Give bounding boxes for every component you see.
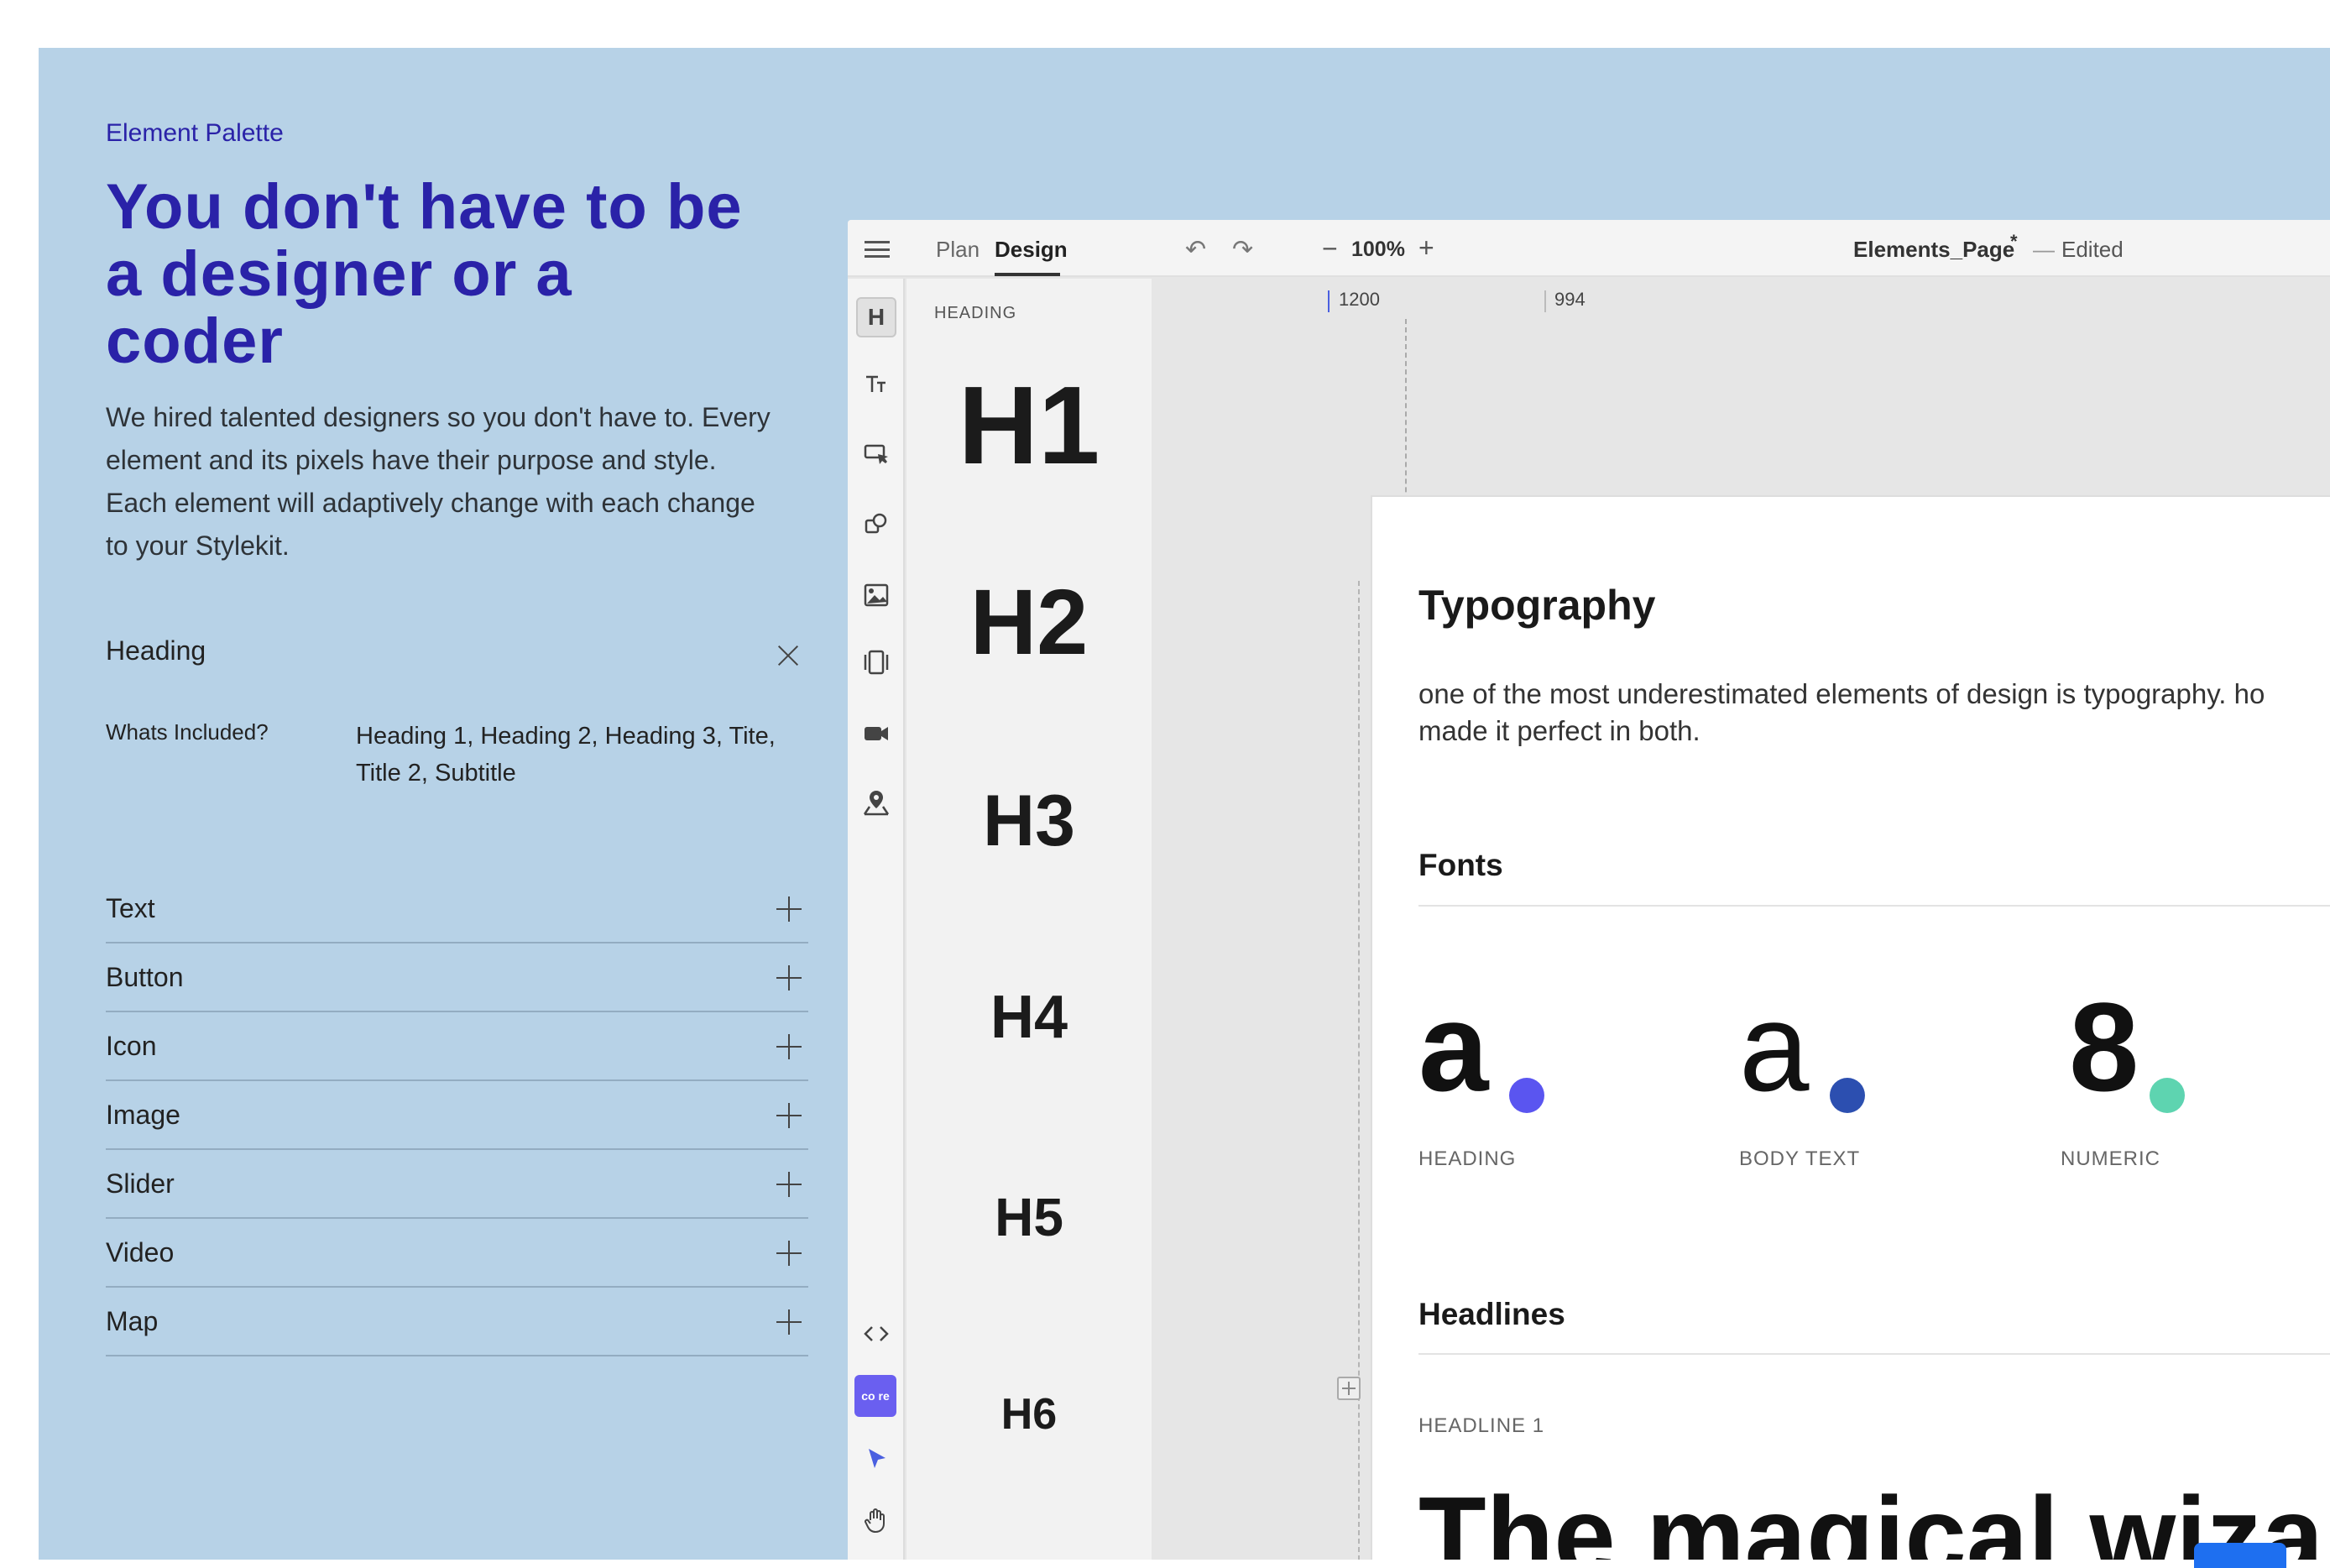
accordion-item-heading[interactable]: Heading: [106, 635, 808, 677]
accordion-item-video[interactable]: Video: [106, 1219, 808, 1288]
ruler-marker: [1328, 290, 1330, 312]
accordion-item-label: Slider: [106, 1168, 175, 1199]
whats-included-label: Whats Included?: [106, 719, 269, 745]
body-font-glyph: a: [1739, 976, 1810, 1117]
top-toolbar: Plan Design ↶ ↷ − 100% + Elements_Page *…: [848, 220, 2330, 277]
chat-launcher-tab[interactable]: [2194, 1543, 2286, 1568]
numeric-font-glyph: 8: [2069, 976, 2139, 1117]
add-section-icon[interactable]: [1337, 1377, 1361, 1400]
font-label: BODY TEXT: [1739, 1147, 1861, 1170]
feature-panel: Element Palette You don't have to be a d…: [39, 48, 2330, 1560]
active-tab-indicator: [995, 273, 1060, 276]
section-eyebrow: Element Palette: [106, 119, 284, 147]
element-h6[interactable]: H6: [906, 1389, 1152, 1440]
accordion-item-text[interactable]: Text: [106, 875, 808, 943]
code-icon[interactable]: [856, 1314, 896, 1354]
image-tool-icon[interactable]: [856, 575, 896, 615]
button-tool-icon[interactable]: [856, 434, 896, 474]
title-separator: —: [2033, 237, 2055, 262]
zoom-out-button[interactable]: −: [1322, 233, 1338, 264]
element-h3[interactable]: H3: [906, 781, 1152, 861]
ruler-marker: [1544, 290, 1546, 312]
accordion-item-label: Image: [106, 1099, 180, 1130]
plus-icon[interactable]: [776, 1034, 802, 1059]
element-h2[interactable]: H2: [906, 572, 1152, 673]
fonts-heading[interactable]: Fonts: [1418, 848, 1503, 883]
shapes-tool-icon[interactable]: [856, 504, 896, 544]
accordion-item-label: Map: [106, 1305, 159, 1336]
canvas-page: Typography one of the most underestimate…: [1371, 495, 2330, 1560]
guide-line: [1358, 581, 1360, 1560]
text-tool-icon[interactable]: [856, 364, 896, 405]
accordion-item-button[interactable]: Button: [106, 943, 808, 1012]
accordion-item-label: Icon: [106, 1030, 157, 1061]
headline-1-sample[interactable]: The magical wiza: [1418, 1473, 2323, 1560]
heading-tool[interactable]: H: [856, 297, 896, 337]
unsaved-mark: *: [2010, 231, 2018, 252]
headlines-heading[interactable]: Headlines: [1418, 1297, 1565, 1332]
accordion-item-heading-label: Heading: [106, 635, 206, 666]
accordion-item-label: Video: [106, 1236, 175, 1267]
map-tool-icon[interactable]: [856, 782, 896, 823]
font-color-dot: [1509, 1078, 1544, 1113]
zoom-in-button[interactable]: +: [1418, 233, 1434, 264]
document-name[interactable]: Elements_Page: [1853, 237, 2014, 263]
headline-1-label: HEADLINE 1: [1418, 1414, 1545, 1437]
font-color-dot: [1830, 1078, 1865, 1113]
accordion-item-map[interactable]: Map: [106, 1288, 808, 1356]
plus-icon[interactable]: [776, 965, 802, 990]
tab-plan[interactable]: Plan: [936, 237, 980, 263]
undo-icon[interactable]: ↶: [1185, 235, 1206, 264]
document-status: Edited: [2061, 237, 2124, 262]
plus-icon[interactable]: [776, 1309, 802, 1335]
font-label: HEADING: [1418, 1147, 1517, 1170]
plus-icon[interactable]: [776, 896, 802, 922]
plus-icon[interactable]: [776, 1103, 802, 1128]
hero-title: You don't have to be a designer or a cod…: [106, 171, 743, 377]
accordion-item-icon[interactable]: Icon: [106, 1012, 808, 1081]
canvas-title[interactable]: Typography: [1418, 581, 1655, 630]
heading-font-glyph: a: [1418, 976, 1489, 1117]
accordion-item-slider[interactable]: Slider: [106, 1150, 808, 1219]
ruler-height-label: 994: [1554, 289, 1586, 310]
element-h1[interactable]: H1: [906, 367, 1152, 484]
accordion-item-label: Text: [106, 892, 155, 923]
hero-description: We hired talented designers so you don't…: [106, 402, 771, 561]
divider: [1418, 905, 2330, 907]
font-color-dot: [2150, 1078, 2185, 1113]
font-label: NUMERIC: [2061, 1147, 2160, 1170]
element-h5[interactable]: H5: [906, 1187, 1152, 1247]
accordion-item-image[interactable]: Image: [106, 1081, 808, 1150]
element-h4[interactable]: H4: [906, 984, 1152, 1051]
close-icon[interactable]: [776, 644, 800, 667]
element-panel: HEADING H1 H2 H3 H4 H5 H6: [906, 279, 1152, 1560]
tab-design[interactable]: Design: [995, 237, 1068, 263]
video-tool-icon[interactable]: [856, 713, 896, 754]
canvas-description[interactable]: one of the most underestimated elements …: [1418, 676, 2330, 750]
slider-tool-icon[interactable]: [856, 642, 896, 682]
plus-icon[interactable]: [776, 1241, 802, 1266]
tool-rail: H co re: [848, 279, 905, 1560]
element-panel-title: HEADING: [934, 304, 1017, 322]
whats-included-value: Heading 1, Heading 2, Heading 3, Tite, T…: [356, 723, 776, 787]
zoom-level[interactable]: 100%: [1351, 238, 1405, 262]
core-badge[interactable]: co re: [854, 1375, 896, 1417]
hand-tool-icon[interactable]: [856, 1500, 896, 1540]
menu-icon[interactable]: [865, 241, 890, 258]
accordion-item-label: Button: [106, 961, 184, 992]
plus-icon[interactable]: [776, 1172, 802, 1197]
ruler-width-label: 1200: [1339, 289, 1380, 310]
redo-icon[interactable]: ↷: [1232, 235, 1253, 264]
app-window: Plan Design ↶ ↷ − 100% + Elements_Page *…: [848, 220, 2330, 1560]
pointer-tool-icon[interactable]: [856, 1439, 896, 1479]
divider: [1418, 1353, 2330, 1355]
accordion-list: Text Button Icon Image Slider Video Map: [106, 875, 808, 1356]
